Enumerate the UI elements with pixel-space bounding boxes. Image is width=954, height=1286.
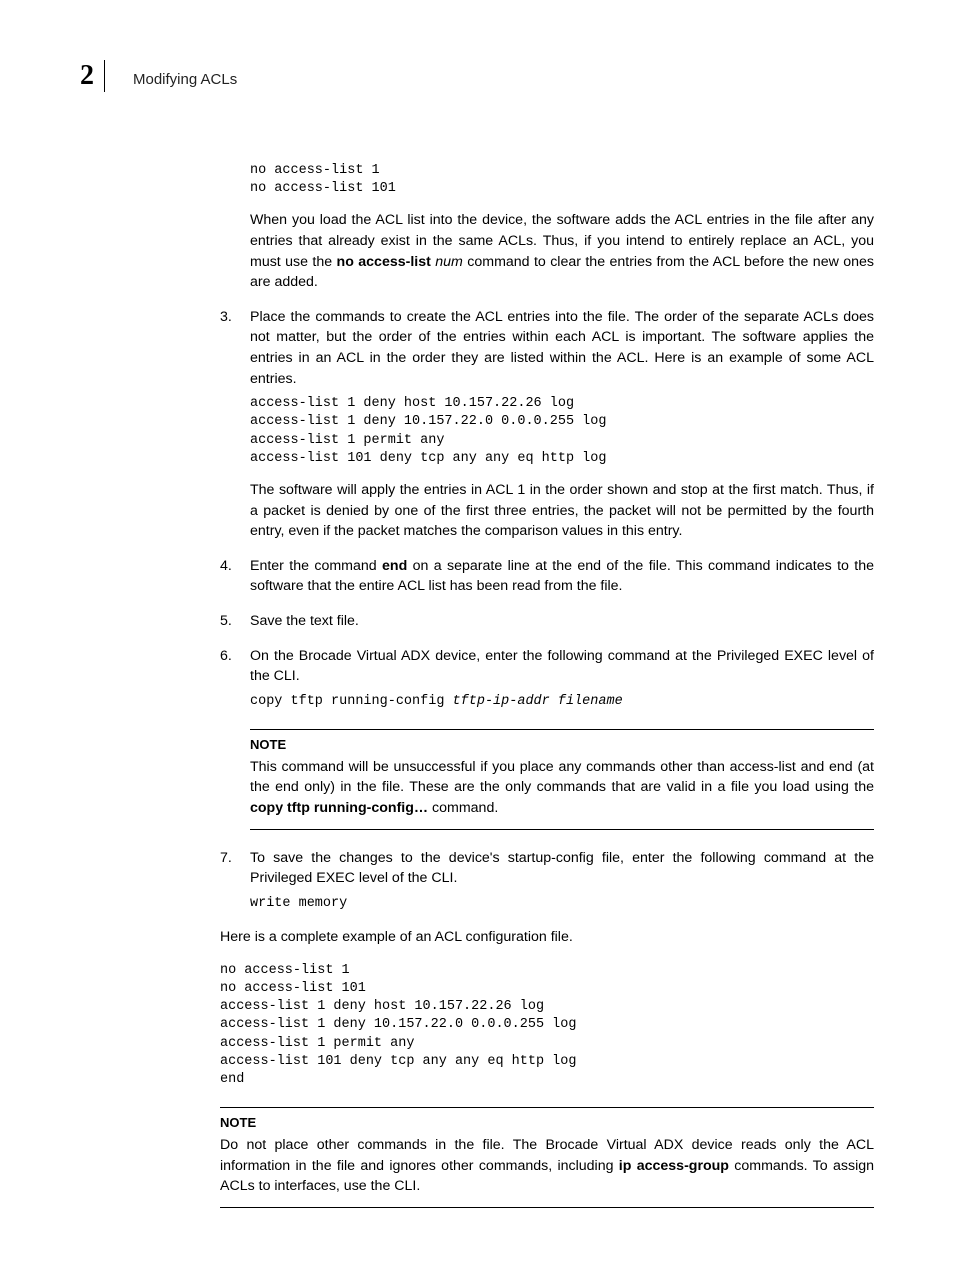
note-body: This command will be unsuccessful if you… <box>250 757 874 819</box>
code-block-5: no access-list 1 no access-list 101 acce… <box>220 962 874 1090</box>
code-block-3: copy tftp running-config tftp-ip-addr fi… <box>250 693 874 711</box>
code-block-2: access-list 1 deny host 10.157.22.26 log… <box>250 395 874 468</box>
step-5: 5. Save the text file. <box>220 611 874 632</box>
paragraph: Here is a complete example of an ACL con… <box>220 927 874 948</box>
step-7: 7. To save the changes to the device's s… <box>220 848 874 913</box>
step-6: 6. On the Brocade Virtual ADX device, en… <box>220 646 874 711</box>
paragraph: The software will apply the entries in A… <box>250 480 874 542</box>
note-body: Do not place other commands in the file.… <box>220 1135 874 1197</box>
step-4: 4. Enter the command end on a separate l… <box>220 556 874 597</box>
chapter-number: 2 <box>80 60 105 92</box>
note-title: NOTE <box>220 1114 874 1133</box>
main-content: no access-list 1 no access-list 101 When… <box>220 162 874 1208</box>
code-block-4: write memory <box>250 895 874 913</box>
paragraph: When you load the ACL list into the devi… <box>250 210 874 292</box>
note-title: NOTE <box>250 736 874 755</box>
code-block-1: no access-list 1 no access-list 101 <box>250 162 874 198</box>
step-3: 3. Place the commands to create the ACL … <box>220 307 874 542</box>
page-header: 2 Modifying ACLs <box>80 60 874 92</box>
section-title: Modifying ACLs <box>133 71 237 88</box>
note-block-2: NOTE Do not place other commands in the … <box>220 1107 874 1208</box>
note-block-1: NOTE This command will be unsuccessful i… <box>250 729 874 830</box>
